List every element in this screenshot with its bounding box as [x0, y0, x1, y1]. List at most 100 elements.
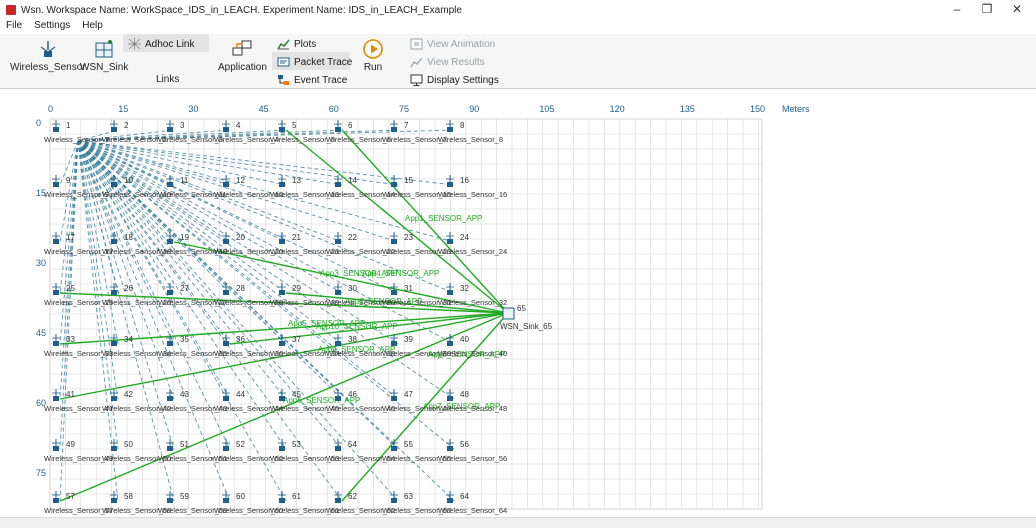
sensor-id: 52 [236, 440, 245, 449]
sensor-icon [391, 290, 397, 295]
sensor-id: 26 [124, 284, 133, 293]
sensor-id: 11 [180, 176, 189, 185]
x-tick-label: 75 [399, 104, 409, 114]
sensor-id: 56 [460, 440, 469, 449]
horizontal-scrollbar[interactable] [0, 517, 1036, 528]
sensor-id: 13 [292, 176, 301, 185]
minimize-button[interactable]: – [942, 2, 972, 16]
sensor-id: 21 [292, 233, 301, 242]
sensor-id: 60 [236, 492, 245, 501]
sensor-id: 28 [236, 284, 245, 293]
sensor-id: 54 [348, 440, 357, 449]
adhoc-link-line [77, 140, 343, 186]
sensor-id: 39 [404, 335, 413, 344]
sensor-icon [111, 341, 117, 346]
sensor-label: Wireless_Sensor_40 [438, 349, 507, 358]
sensor-icon [223, 127, 229, 132]
sensor-icon [223, 396, 229, 401]
sensor-icon [167, 290, 173, 295]
network-plot[interactable]: 0 15 30 45 60 75 90 105 120 135 150 01530456075 Me… [0, 89, 1036, 517]
sensor-icon [335, 341, 341, 346]
menu-file[interactable]: File [0, 20, 28, 34]
plots-button[interactable]: Plots [277, 36, 316, 52]
view-animation-button[interactable]: View Animation [410, 36, 495, 52]
packet-trace-button[interactable]: Packet Trace [277, 54, 352, 70]
display-settings-button[interactable]: Display Settings [410, 72, 499, 88]
plots-label: Plots [294, 38, 317, 50]
sensor-icon [111, 290, 117, 295]
x-tick-label: 0 [48, 104, 53, 114]
app-flow-label: App4_SENSOR_APP [362, 269, 439, 278]
sensor-icon [167, 182, 173, 187]
sensor-icon [391, 127, 397, 132]
restore-button[interactable]: ❐ [972, 2, 1002, 16]
sensor-id: 27 [180, 284, 189, 293]
sensor-label: Wireless_Sensor_9 [44, 190, 109, 199]
sensor-icon [391, 239, 397, 244]
menu-settings[interactable]: Settings [28, 20, 76, 34]
sensor-icon [447, 182, 453, 187]
sensor-label: Wireless_Sensor_24 [438, 247, 507, 256]
sensor-id: 41 [66, 390, 75, 399]
sensor-icon [447, 498, 453, 503]
adhoc-link-button[interactable]: Adhoc Link [128, 36, 194, 52]
adhoc-link-icon [128, 38, 141, 50]
sensor-id: 5 [292, 121, 297, 130]
view-results-button[interactable]: View Results [410, 54, 485, 70]
sensor-id: 17 [66, 233, 75, 242]
sensor-id: 9 [66, 176, 71, 185]
sensor-icon [447, 396, 453, 401]
sensor-id: 38 [348, 335, 357, 344]
application-button[interactable]: Application [218, 38, 267, 73]
wsn-sink-button[interactable]: WSN_Sink [80, 38, 128, 73]
sensor-icon [447, 239, 453, 244]
sensor-icon [223, 446, 229, 451]
sensor-id: 37 [292, 335, 301, 344]
sensor-id: 58 [124, 492, 133, 501]
sensor-label: Wireless_Sensor_56 [438, 454, 507, 463]
sensor-icon [223, 498, 229, 503]
display-settings-label: Display Settings [427, 74, 499, 86]
event-trace-icon [278, 75, 289, 85]
close-button[interactable]: ✕ [1002, 2, 1032, 16]
sensor-id: 8 [460, 121, 465, 130]
sensor-id: 50 [124, 440, 133, 449]
adhoc-link-line [59, 140, 79, 345]
sensor-icon [167, 341, 173, 346]
sensor-id: 24 [460, 233, 469, 242]
sensor-icon [335, 239, 341, 244]
sensor-icon [40, 41, 56, 57]
sensor-node[interactable]: 8 Wireless_Sensor_8 [438, 120, 503, 144]
sensor-icon [111, 239, 117, 244]
packet-trace-label: Packet Trace [294, 56, 353, 68]
run-button[interactable]: Run [362, 38, 384, 73]
sensor-id: 18 [124, 233, 133, 242]
sensor-id: 20 [236, 233, 245, 242]
view-results-label: View Results [427, 56, 485, 68]
sensor-icon [335, 127, 341, 132]
sensor-icon [223, 239, 229, 244]
event-trace-button[interactable]: Event Trace [277, 72, 347, 88]
window-title: Wsn. Workspace Name: WorkSpace_IDS_in_LE… [21, 4, 462, 16]
sensor-icon [279, 341, 285, 346]
sensor-icon [111, 498, 117, 503]
sensor-icon [279, 396, 285, 401]
wsn-sink-label: WSN_Sink [80, 62, 129, 73]
wireless-sensor-button[interactable]: Wireless_Sensor [10, 38, 86, 73]
sensor-id: 31 [404, 284, 413, 293]
sink-icon [95, 40, 113, 58]
title-bar: Wsn. Workspace Name: WorkSpace_IDS_in_LE… [0, 0, 1036, 20]
menu-help[interactable]: Help [76, 20, 109, 34]
sensor-node[interactable]: 1 Wireless_Sensor_1 [44, 120, 109, 144]
sensor-id: 42 [124, 390, 133, 399]
sensor-id: 33 [66, 335, 75, 344]
network-canvas[interactable]: 0 15 30 45 60 75 90 105 120 135 150 0 15 30 45 60 75 Me… [0, 89, 1036, 517]
sensor-id: 62 [348, 492, 357, 501]
sensor-id: 63 [404, 492, 413, 501]
wsn-sink-node[interactable]: 65 WSN_Sink_65 [500, 304, 553, 331]
sensor-label: Wireless_Sensor_8 [438, 135, 503, 144]
sensor-id: 14 [348, 176, 357, 185]
sensor-icon [111, 127, 117, 132]
sensor-icon [391, 446, 397, 451]
sensor-icon [167, 446, 173, 451]
